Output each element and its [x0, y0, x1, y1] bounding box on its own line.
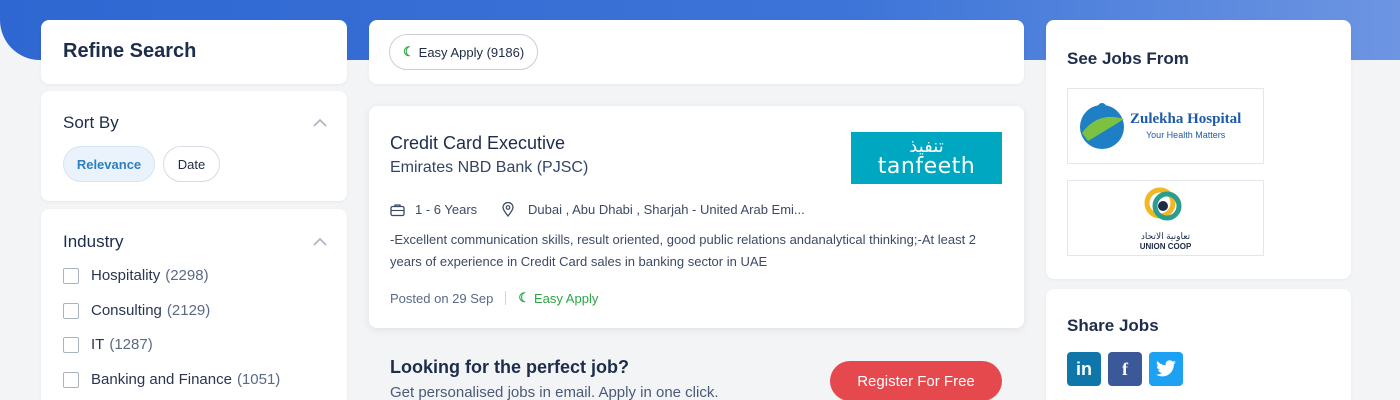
industry-option[interactable]: Consulting (2129) [63, 302, 210, 319]
refine-search-panel: Refine Search [41, 20, 347, 84]
job-experience: 1 - 6 Years [390, 202, 477, 217]
industry-title: Industry [63, 232, 124, 251]
easy-apply-icon: ☾ [518, 290, 531, 305]
checkbox[interactable] [63, 336, 79, 353]
job-location: Dubai , Abu Dhabi , Sharjah - United Ara… [502, 202, 805, 217]
see-jobs-from-panel: See Jobs From Zulekha Hospital Your Heal… [1046, 20, 1351, 279]
company-logo: تنفيذ tanfeeth [851, 132, 1002, 184]
job-card[interactable]: Credit Card Executive Emirates NBD Bank … [369, 106, 1024, 328]
share-jobs-panel: Share Jobs in f [1046, 289, 1351, 400]
job-title[interactable]: Credit Card Executive [390, 133, 565, 154]
share-jobs-title: Share Jobs [1067, 316, 1159, 335]
job-description: -Excellent communication skills, result … [390, 232, 977, 269]
sort-by-title: Sort By [63, 113, 119, 132]
checkbox[interactable] [63, 302, 79, 319]
zulekha-hospital-logo[interactable]: Zulekha Hospital Your Health Matters [1067, 88, 1264, 164]
chevron-up-icon[interactable] [313, 116, 327, 130]
industry-filter-panel: Industry Hospitality (2298) Consulting (… [41, 209, 347, 400]
easy-apply-icon: ☾ [403, 44, 415, 59]
sort-by-panel: Sort By Relevance Date [41, 91, 347, 201]
zulekha-tagline: Your Health Matters [1146, 130, 1226, 140]
promo-subtitle: Get personalised jobs in email. Apply in… [390, 384, 719, 400]
chevron-up-icon[interactable] [313, 235, 327, 249]
twitter-icon[interactable] [1149, 352, 1183, 386]
sort-date-button[interactable]: Date [163, 146, 220, 182]
linkedin-icon[interactable]: in [1067, 352, 1101, 386]
briefcase-icon [390, 203, 405, 216]
union-coop-arabic: تعاونية الاتحاد [1140, 231, 1191, 241]
posted-date: Posted on 29 Sep [390, 290, 494, 306]
industry-option[interactable]: IT (1287) [63, 336, 153, 353]
facebook-icon[interactable]: f [1108, 352, 1142, 386]
job-company[interactable]: Emirates NBD Bank (PJSC) [390, 159, 588, 177]
industry-option[interactable]: Hospitality (2298) [63, 267, 209, 284]
promo-title: Looking for the perfect job? [390, 357, 629, 377]
register-button[interactable]: Register For Free [830, 361, 1002, 400]
twitter-bird-icon [1156, 360, 1176, 377]
refine-search-title: Refine Search [63, 40, 197, 62]
checkbox[interactable] [63, 267, 79, 284]
sort-relevance-button[interactable]: Relevance [63, 146, 155, 182]
easy-apply-badge: Easy Apply [534, 290, 599, 306]
union-coop-name: UNION COOP [1139, 242, 1192, 251]
union-coop-logo[interactable]: تعاونية الاتحاد UNION COOP [1067, 180, 1264, 256]
divider [505, 291, 507, 305]
see-jobs-title: See Jobs From [1067, 49, 1189, 68]
easy-apply-filter-chip[interactable]: ☾ Easy Apply (9186) [389, 34, 539, 70]
checkbox[interactable] [63, 371, 79, 388]
location-pin-icon [502, 202, 514, 217]
logo-text: tanfeeth [877, 154, 976, 179]
zulekha-name: Zulekha Hospital [1130, 111, 1242, 127]
applied-filters-bar: ☾ Easy Apply (9186) [369, 20, 1024, 84]
job-footer: Posted on 29 Sep ☾ Easy Apply [390, 290, 598, 306]
industry-option[interactable]: Banking and Finance (1051) [63, 371, 280, 388]
